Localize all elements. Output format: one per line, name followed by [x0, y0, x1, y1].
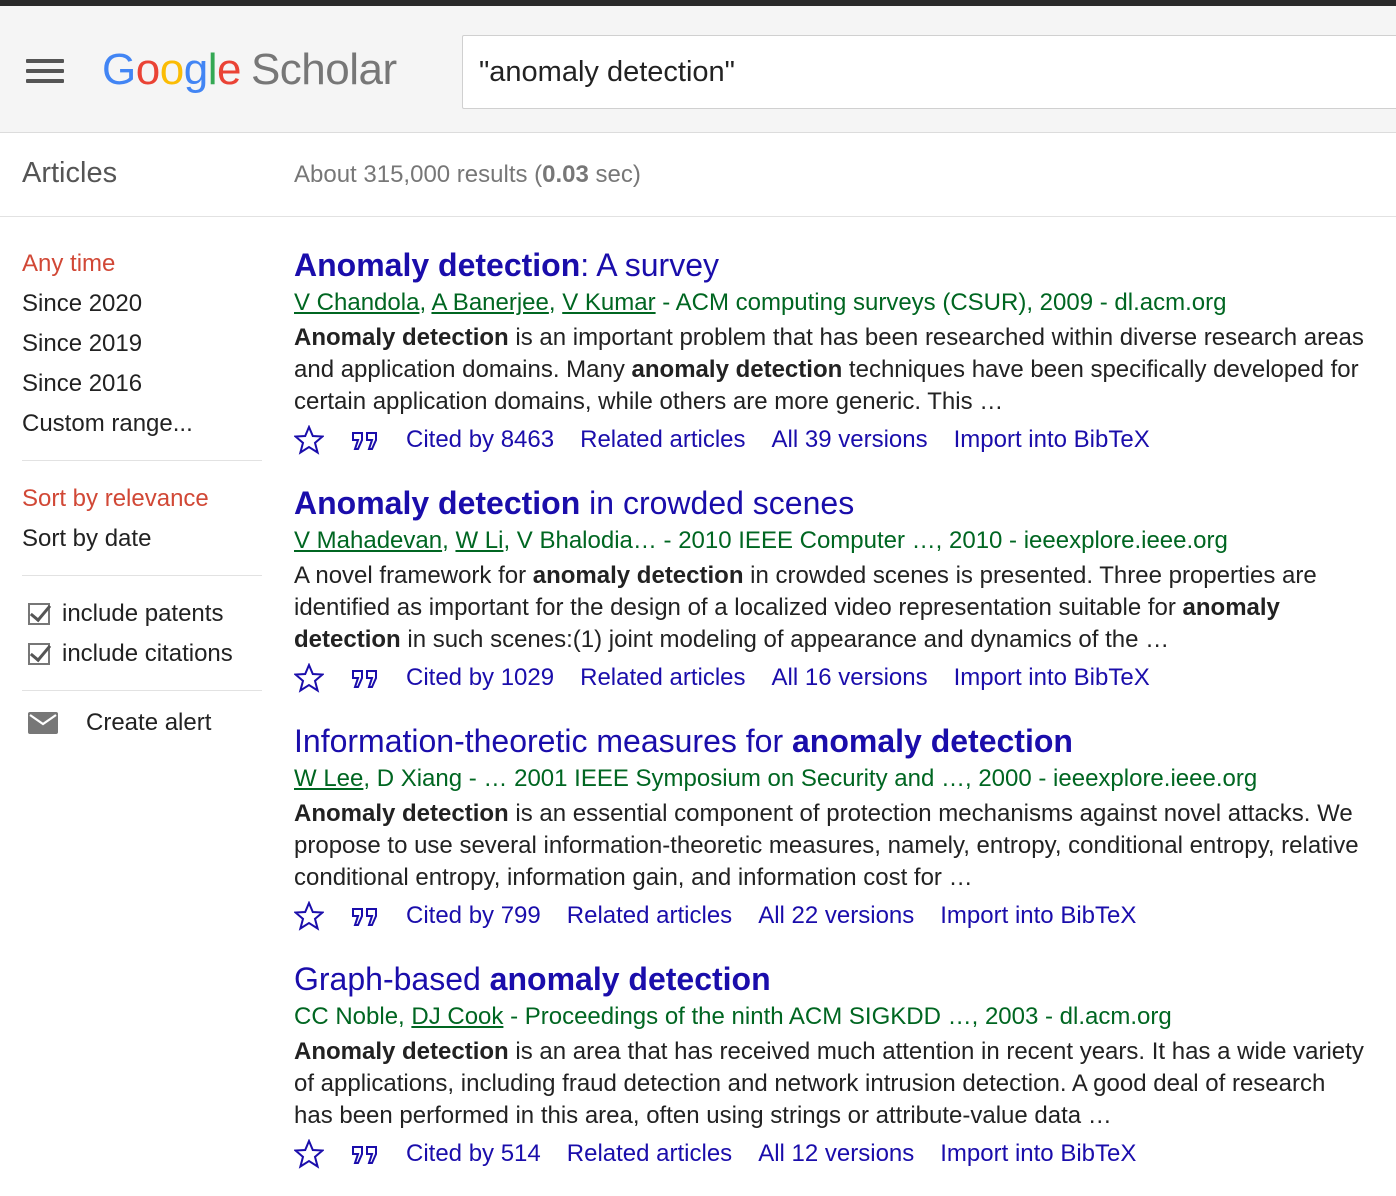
result-meta: CC Noble, DJ Cook - Proceedings of the n… — [294, 1003, 1172, 1030]
results-list: Anomaly detection: A survey V Chandola, … — [294, 244, 1384, 1196]
sort-by-date[interactable]: Sort by date — [22, 519, 262, 559]
star-icon[interactable] — [294, 663, 324, 693]
menu-icon[interactable] — [26, 59, 64, 85]
sidebar-divider — [22, 690, 262, 691]
filter-since-2016[interactable]: Since 2016 — [22, 364, 262, 404]
header: Google Scholar "anomaly detection" — [0, 6, 1396, 133]
result-title[interactable]: Anomaly detection in crowded scenes — [294, 482, 1384, 524]
result-title[interactable]: Anomaly detection: A survey — [294, 244, 1384, 286]
filter-since-2019[interactable]: Since 2019 — [22, 324, 262, 364]
checkmark-icon[interactable] — [28, 643, 50, 665]
include-citations-checkbox[interactable]: include citations — [22, 634, 262, 674]
result-snippet: Anomaly detection is an important proble… — [294, 324, 1364, 415]
section-label: Articles — [22, 157, 118, 189]
cited-by-link[interactable]: Cited by 799 — [406, 896, 541, 936]
results-subbar: Articles About 315,000 results (0.03 sec… — [0, 133, 1396, 217]
author-link[interactable]: V Mahadevan — [294, 527, 442, 554]
result-actions: Cited by 514 Related articles All 12 ver… — [294, 1134, 1384, 1174]
related-articles-link[interactable]: Related articles — [580, 420, 745, 460]
result-item: Graph-based anomaly detection CC Noble, … — [294, 958, 1384, 1196]
filter-custom-range[interactable]: Custom range... — [22, 404, 262, 444]
result-title[interactable]: Information-theoretic measures for anoma… — [294, 720, 1384, 762]
sort-by-relevance[interactable]: Sort by relevance — [22, 479, 262, 519]
result-title[interactable]: Graph-based anomaly detection — [294, 958, 1384, 1000]
include-patents-checkbox[interactable]: include patents — [22, 594, 262, 634]
result-item: Anomaly detection in crowded scenes V Ma… — [294, 482, 1384, 720]
result-meta: V Mahadevan, W Li, V Bhalodia… - 2010 IE… — [294, 527, 1228, 554]
cited-by-link[interactable]: Cited by 8463 — [406, 420, 554, 460]
cited-by-link[interactable]: Cited by 514 — [406, 1134, 541, 1174]
sidebar-divider — [22, 575, 262, 576]
include-citations-label: include citations — [62, 640, 233, 667]
import-bibtex-link[interactable]: Import into BibTeX — [954, 420, 1150, 460]
result-meta: V Chandola, A Banerjee, V Kumar - ACM co… — [294, 289, 1227, 316]
related-articles-link[interactable]: Related articles — [567, 896, 732, 936]
result-actions: Cited by 8463 Related articles All 39 ve… — [294, 420, 1384, 460]
author-link[interactable]: W Lee — [294, 765, 363, 792]
mail-icon — [28, 712, 58, 734]
import-bibtex-link[interactable]: Import into BibTeX — [940, 1134, 1136, 1174]
import-bibtex-link[interactable]: Import into BibTeX — [954, 658, 1150, 698]
cite-quote-icon[interactable] — [350, 425, 380, 455]
checkmark-icon[interactable] — [28, 603, 50, 625]
cite-quote-icon[interactable] — [350, 901, 380, 931]
import-bibtex-link[interactable]: Import into BibTeX — [940, 896, 1136, 936]
result-item: Anomaly detection: A survey V Chandola, … — [294, 244, 1384, 482]
author-link[interactable]: W Li — [455, 527, 503, 554]
create-alert-button[interactable]: Create alert — [22, 709, 262, 737]
author-link[interactable]: DJ Cook — [411, 1003, 503, 1030]
search-input[interactable]: "anomaly detection" — [462, 35, 1396, 109]
result-snippet: Anomaly detection is an area that has re… — [294, 1038, 1364, 1129]
related-articles-link[interactable]: Related articles — [580, 658, 745, 698]
results-count: About 315,000 results (0.03 sec) — [294, 161, 641, 188]
author-link[interactable]: V Kumar — [562, 289, 655, 316]
result-actions: Cited by 799 Related articles All 22 ver… — [294, 896, 1384, 936]
sidebar-divider — [22, 460, 262, 461]
all-versions-link[interactable]: All 39 versions — [772, 420, 928, 460]
sidebar: Any time Since 2020 Since 2019 Since 201… — [22, 244, 262, 737]
filter-since-2020[interactable]: Since 2020 — [22, 284, 262, 324]
all-versions-link[interactable]: All 12 versions — [758, 1134, 914, 1174]
all-versions-link[interactable]: All 16 versions — [772, 658, 928, 698]
google-scholar-logo[interactable]: Google Scholar — [102, 40, 397, 100]
result-snippet: Anomaly detection is an essential compon… — [294, 800, 1359, 891]
result-actions: Cited by 1029 Related articles All 16 ve… — [294, 658, 1384, 698]
cite-quote-icon[interactable] — [350, 1139, 380, 1169]
star-icon[interactable] — [294, 425, 324, 455]
author-link[interactable]: A Banerjee — [431, 289, 548, 316]
filter-any-time[interactable]: Any time — [22, 244, 262, 284]
create-alert-label: Create alert — [86, 709, 212, 736]
related-articles-link[interactable]: Related articles — [567, 1134, 732, 1174]
result-item: Information-theoretic measures for anoma… — [294, 720, 1384, 958]
star-icon[interactable] — [294, 901, 324, 931]
cite-quote-icon[interactable] — [350, 663, 380, 693]
result-meta: W Lee, D Xiang - … 2001 IEEE Symposium o… — [294, 765, 1258, 792]
cited-by-link[interactable]: Cited by 1029 — [406, 658, 554, 698]
star-icon[interactable] — [294, 1139, 324, 1169]
author-link[interactable]: V Chandola — [294, 289, 419, 316]
all-versions-link[interactable]: All 22 versions — [758, 896, 914, 936]
include-patents-label: include patents — [62, 600, 224, 627]
result-snippet: A novel framework for anomaly detection … — [294, 562, 1317, 653]
